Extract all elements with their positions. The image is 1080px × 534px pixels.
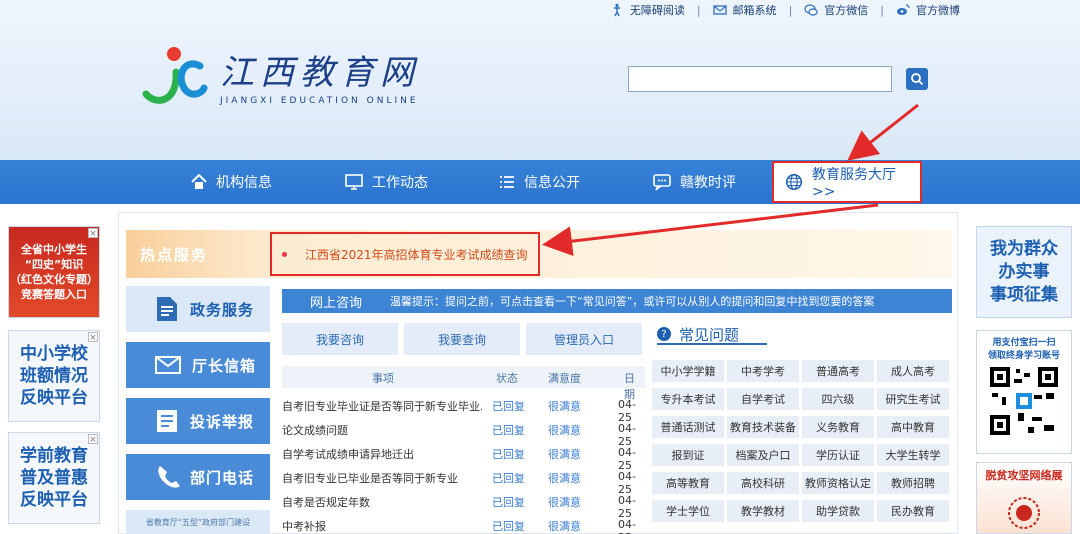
table-row[interactable]: 自考是否规定年数 已回复 很满意 04-25	[282, 490, 645, 520]
site-logo[interactable]: 江西教育网 JIANGXI EDUCATION ONLINE	[138, 44, 420, 106]
faq-item[interactable]: 学历认证	[802, 444, 874, 466]
home-icon	[191, 173, 207, 189]
wechat-link[interactable]: 官方微信	[824, 2, 868, 18]
ask-button[interactable]: 我要咨询	[282, 323, 398, 355]
top-links: 无障碍阅读 | 邮箱系统 | 官方微信 | 官方微博	[610, 2, 960, 18]
close-icon[interactable]: ×	[88, 228, 98, 239]
nav-item-service-hall[interactable]: 教育服务大厅>>	[772, 161, 922, 203]
logo-english-text: JIANGXI EDUCATION ONLINE	[220, 95, 419, 106]
search-button[interactable]	[906, 68, 928, 90]
qr-code-icon	[988, 365, 1060, 437]
faq-title: ? 常见问题	[657, 325, 767, 345]
nav-item-work-news[interactable]: 工作动态	[344, 160, 428, 204]
nav-label: 教育服务大厅>>	[812, 167, 897, 200]
accessibility-icon	[610, 3, 624, 17]
query-button[interactable]: 我要查询	[404, 323, 520, 355]
dept-phone-button[interactable]: 部门电话	[126, 454, 270, 500]
table-row[interactable]: 自学考试成绩申请异地迁出 已回复 很满意 04-25	[282, 442, 645, 472]
table-row[interactable]: 论文成绩问题 已回复 很满意 04-25	[282, 418, 645, 448]
faq-item[interactable]: 中小学学籍	[652, 360, 724, 382]
gov-service-button[interactable]: 政务服务	[126, 286, 270, 332]
consult-tip: 温馨提示：提问之前，可点击查看一下“常见问答”，或许可以从别人的提问和回复中找到…	[390, 295, 875, 308]
hot-services-title: 热点服务	[140, 246, 209, 264]
faq-item[interactable]: 教师招聘	[877, 472, 949, 494]
faq-item[interactable]: 四六级	[802, 388, 874, 410]
document-icon	[157, 297, 177, 321]
nav-label: 机构信息	[216, 175, 272, 191]
table-row[interactable]: 自考旧专业毕业证是否等同于新专业毕业... 已回复 很满意 04-25	[282, 394, 645, 424]
weibo-icon	[896, 3, 910, 17]
left-ad-preschool[interactable]: 学前教育 普及普惠 反映平台 ×	[8, 432, 100, 524]
nav-label: 工作动态	[372, 175, 428, 191]
admin-entry-button[interactable]: 管理员入口	[526, 323, 642, 355]
logo-mark-icon	[142, 47, 208, 104]
nav-item-org-info[interactable]: 机构信息	[190, 160, 272, 204]
right-ad-alipay-qr[interactable]: 用支付宝扫一扫 领取终身学习账号	[976, 330, 1072, 454]
faq-item[interactable]: 中考学考	[727, 360, 799, 382]
table-row[interactable]: 自考旧专业已毕业是否等同于新专业 已回复 很满意 04-25	[282, 466, 645, 496]
close-icon[interactable]: ×	[88, 434, 98, 445]
nav-label: 赣教时评	[680, 175, 736, 191]
mail-icon	[712, 3, 727, 17]
right-ad-public-service[interactable]: 我为群众 办实事 事项征集	[976, 226, 1072, 318]
faq-item[interactable]: 成人高考	[877, 360, 949, 382]
globe-icon	[786, 173, 803, 191]
header: 无障碍阅读 | 邮箱系统 | 官方微信 | 官方微博 江西教育网 JIANGXI…	[0, 0, 1080, 160]
left-ad-history-quiz[interactable]: 全省中小学生 “四史”知识 （红色文化专题） 竞赛答题入口 ×	[8, 226, 100, 318]
faq-item[interactable]: 高中教育	[877, 416, 949, 438]
accessibility-link[interactable]: 无障碍阅读	[630, 2, 685, 18]
nav-item-info-public[interactable]: 信息公开	[498, 160, 580, 204]
table-row[interactable]: 中考补报 已回复 很满意 04-25	[282, 514, 645, 534]
faq-item[interactable]: 报到证	[652, 444, 724, 466]
faq-item[interactable]: 义务教育	[802, 416, 874, 438]
wechat-icon	[804, 3, 818, 17]
five-type-banner[interactable]: 省教育厅“五型”政府部门建设	[126, 510, 270, 534]
monitor-icon	[345, 174, 363, 190]
faq-item[interactable]: 自学考试	[727, 388, 799, 410]
faq-item[interactable]: 教育技术装备	[727, 416, 799, 438]
nav-item-commentary[interactable]: 赣教时评	[652, 160, 736, 204]
weibo-link[interactable]: 官方微博	[916, 2, 960, 18]
faq-item[interactable]: 专升本考试	[652, 388, 724, 410]
director-mailbox-button[interactable]: 厅长信箱	[126, 342, 270, 388]
envelope-icon	[155, 356, 181, 374]
page: 无障碍阅读 | 邮箱系统 | 官方微信 | 官方微博 江西教育网 JIANGXI…	[0, 0, 1080, 534]
list-icon	[500, 176, 514, 188]
hot-link-sports-exam[interactable]: 江西省2021年高招体育专业考试成绩查询	[270, 232, 540, 276]
faq-item[interactable]: 普通话测试	[652, 416, 724, 438]
consult-title: 网上咨询	[310, 295, 363, 311]
main-nav: 机构信息 工作动态 信息公开 赣教时评 教育服务大厅>>	[0, 160, 1080, 204]
exhibit-badge-icon	[1008, 497, 1040, 529]
online-consult-bar: 网上咨询 温馨提示：提问之前，可点击查看一下“常见问答”，或许可以从别人的提问和…	[282, 289, 952, 313]
bullet-icon	[282, 251, 287, 257]
mail-link[interactable]: 邮箱系统	[733, 2, 777, 18]
right-ad-poverty-exhibit[interactable]: 脱贫攻坚网络展	[976, 462, 1072, 534]
search-icon	[911, 73, 924, 86]
nav-label: 信息公开	[524, 175, 580, 191]
faq-item[interactable]: 研究生考试	[877, 388, 949, 410]
faq-item[interactable]: 教学教材	[727, 500, 799, 522]
close-icon[interactable]: ×	[88, 332, 98, 343]
faq-item[interactable]: 教师资格认定	[802, 472, 874, 494]
logo-chinese-text: 江西教育网	[220, 52, 420, 93]
faq-item[interactable]: 民办教育	[877, 500, 949, 522]
complaint-button[interactable]: 投诉举报	[126, 398, 270, 444]
faq-item[interactable]: 学士学位	[652, 500, 724, 522]
report-icon	[157, 410, 177, 432]
faq-item[interactable]: 普通高考	[802, 360, 874, 382]
consult-table-header: 事项 状态 满意度 日期	[282, 366, 645, 401]
faq-item[interactable]: 助学贷款	[802, 500, 874, 522]
faq-item[interactable]: 高等教育	[652, 472, 724, 494]
phone-icon	[158, 466, 180, 488]
question-icon: ?	[657, 327, 671, 341]
left-ad-class-size[interactable]: 中小学校 班额情况 反映平台 ×	[8, 330, 100, 422]
hot-services: 热点服务 江西省2021年高招体育专业考试成绩查询	[126, 230, 952, 278]
faq-item[interactable]: 档案及户口	[727, 444, 799, 466]
search-input[interactable]	[628, 66, 892, 92]
faq-item[interactable]: 大学生转学	[877, 444, 949, 466]
faq-item[interactable]: 高校科研	[727, 472, 799, 494]
chat-icon	[653, 174, 671, 191]
